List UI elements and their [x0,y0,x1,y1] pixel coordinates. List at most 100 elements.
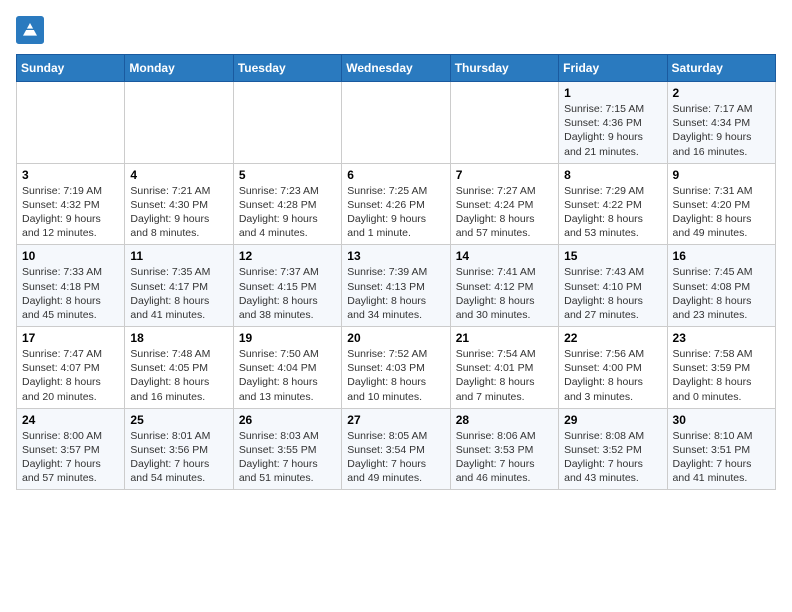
day-info: Sunrise: 7:17 AM Sunset: 4:34 PM Dayligh… [673,102,770,159]
day-header-monday: Monday [125,55,233,82]
day-info: Sunrise: 7:23 AM Sunset: 4:28 PM Dayligh… [239,184,336,241]
day-number: 2 [673,86,770,100]
calendar-cell: 30Sunrise: 8:10 AM Sunset: 3:51 PM Dayli… [667,408,775,490]
day-number: 27 [347,413,444,427]
day-info: Sunrise: 7:19 AM Sunset: 4:32 PM Dayligh… [22,184,119,241]
day-number: 5 [239,168,336,182]
calendar-cell: 4 Sunrise: 7:21 AM Sunset: 4:30 PM Daylig… [125,163,233,245]
calendar-cell: 10 Sunrise: 7:33 AM Sunset: 4:18 PM Dayli… [17,245,125,327]
day-number: 14 [456,249,553,263]
day-number: 16 [673,249,770,263]
day-number: 10 [22,249,119,263]
day-info: Sunrise: 7:31 AM Sunset: 4:20 PM Dayligh… [673,184,770,241]
calendar-cell: 19Sunrise: 7:50 AM Sunset: 4:04 PM Dayli… [233,327,341,409]
calendar-cell: 16 Sunrise: 7:45 AM Sunset: 4:08 PM Dayli… [667,245,775,327]
calendar-cell: 22 Sunrise: 7:56 AM Sunset: 4:00 PM Dayli… [559,327,667,409]
calendar-week-row: 3 Sunrise: 7:19 AM Sunset: 4:32 PM Daylig… [17,163,776,245]
day-info: Sunrise: 7:37 AM Sunset: 4:15 PM Dayligh… [239,265,336,322]
day-info: Sunrise: 7:52 AM Sunset: 4:03 PM Dayligh… [347,347,444,404]
day-number: 19 [239,331,336,345]
calendar-cell: 8 Sunrise: 7:29 AM Sunset: 4:22 PM Daylig… [559,163,667,245]
day-info: Sunrise: 7:35 AM Sunset: 4:17 PM Dayligh… [130,265,227,322]
calendar-cell: 3 Sunrise: 7:19 AM Sunset: 4:32 PM Daylig… [17,163,125,245]
day-info: Sunrise: 8:08 AM Sunset: 3:52 PM Dayligh… [564,429,661,486]
day-info: Sunrise: 8:03 AM Sunset: 3:55 PM Dayligh… [239,429,336,486]
day-info: Sunrise: 7:39 AM Sunset: 4:13 PM Dayligh… [347,265,444,322]
calendar-cell: 25Sunrise: 8:01 AM Sunset: 3:56 PM Dayli… [125,408,233,490]
day-number: 7 [456,168,553,182]
day-info: Sunrise: 7:43 AM Sunset: 4:10 PM Dayligh… [564,265,661,322]
calendar-cell: 26 Sunrise: 8:03 AM Sunset: 3:55 PM Dayli… [233,408,341,490]
day-info: Sunrise: 7:48 AM Sunset: 4:05 PM Dayligh… [130,347,227,404]
day-info: Sunrise: 7:58 AM Sunset: 3:59 PM Dayligh… [673,347,770,404]
calendar-header-row: SundayMondayTuesdayWednesdayThursdayFrid… [17,55,776,82]
day-number: 11 [130,249,227,263]
calendar-week-row: 10 Sunrise: 7:33 AM Sunset: 4:18 PM Dayli… [17,245,776,327]
calendar-cell: 21Sunrise: 7:54 AM Sunset: 4:01 PM Dayli… [450,327,558,409]
day-header-saturday: Saturday [667,55,775,82]
day-info: Sunrise: 8:05 AM Sunset: 3:54 PM Dayligh… [347,429,444,486]
day-header-tuesday: Tuesday [233,55,341,82]
day-info: Sunrise: 7:33 AM Sunset: 4:18 PM Dayligh… [22,265,119,322]
day-number: 8 [564,168,661,182]
day-number: 22 [564,331,661,345]
day-number: 6 [347,168,444,182]
day-number: 20 [347,331,444,345]
logo [16,16,48,44]
day-info: Sunrise: 7:25 AM Sunset: 4:26 PM Dayligh… [347,184,444,241]
day-header-wednesday: Wednesday [342,55,450,82]
day-number: 13 [347,249,444,263]
day-number: 12 [239,249,336,263]
calendar-cell: 24 Sunrise: 8:00 AM Sunset: 3:57 PM Dayli… [17,408,125,490]
day-number: 23 [673,331,770,345]
day-number: 17 [22,331,119,345]
calendar-cell: 13 Sunrise: 7:39 AM Sunset: 4:13 PM Dayli… [342,245,450,327]
day-info: Sunrise: 7:45 AM Sunset: 4:08 PM Dayligh… [673,265,770,322]
day-number: 29 [564,413,661,427]
day-number: 3 [22,168,119,182]
day-number: 4 [130,168,227,182]
day-info: Sunrise: 7:47 AM Sunset: 4:07 PM Dayligh… [22,347,119,404]
day-header-sunday: Sunday [17,55,125,82]
day-number: 25 [130,413,227,427]
day-header-friday: Friday [559,55,667,82]
day-number: 21 [456,331,553,345]
calendar-cell [450,82,558,164]
calendar-cell: 29 Sunrise: 8:08 AM Sunset: 3:52 PM Dayli… [559,408,667,490]
day-info: Sunrise: 7:15 AM Sunset: 4:36 PM Dayligh… [564,102,661,159]
logo-icon [16,16,44,44]
day-number: 18 [130,331,227,345]
calendar-cell: 7Sunrise: 7:27 AM Sunset: 4:24 PM Daylig… [450,163,558,245]
day-number: 1 [564,86,661,100]
day-info: Sunrise: 7:41 AM Sunset: 4:12 PM Dayligh… [456,265,553,322]
day-info: Sunrise: 7:56 AM Sunset: 4:00 PM Dayligh… [564,347,661,404]
calendar-cell: 23 Sunrise: 7:58 AM Sunset: 3:59 PM Dayli… [667,327,775,409]
calendar-cell: 12 Sunrise: 7:37 AM Sunset: 4:15 PM Dayli… [233,245,341,327]
calendar-cell: 20 Sunrise: 7:52 AM Sunset: 4:03 PM Dayli… [342,327,450,409]
day-number: 24 [22,413,119,427]
calendar-table: SundayMondayTuesdayWednesdayThursdayFrid… [16,54,776,490]
day-number: 26 [239,413,336,427]
calendar-cell: 11 Sunrise: 7:35 AM Sunset: 4:17 PM Dayli… [125,245,233,327]
day-number: 9 [673,168,770,182]
calendar-cell: 9 Sunrise: 7:31 AM Sunset: 4:20 PM Daylig… [667,163,775,245]
day-info: Sunrise: 8:06 AM Sunset: 3:53 PM Dayligh… [456,429,553,486]
day-info: Sunrise: 7:29 AM Sunset: 4:22 PM Dayligh… [564,184,661,241]
calendar-cell [233,82,341,164]
calendar-cell [17,82,125,164]
calendar-cell: 27 Sunrise: 8:05 AM Sunset: 3:54 PM Dayli… [342,408,450,490]
calendar-cell: 6 Sunrise: 7:25 AM Sunset: 4:26 PM Daylig… [342,163,450,245]
day-info: Sunrise: 8:00 AM Sunset: 3:57 PM Dayligh… [22,429,119,486]
calendar-week-row: 17 Sunrise: 7:47 AM Sunset: 4:07 PM Dayli… [17,327,776,409]
day-number: 15 [564,249,661,263]
calendar-cell: 5 Sunrise: 7:23 AM Sunset: 4:28 PM Daylig… [233,163,341,245]
day-number: 30 [673,413,770,427]
calendar-cell: 18 Sunrise: 7:48 AM Sunset: 4:05 PM Dayli… [125,327,233,409]
calendar-cell: 17 Sunrise: 7:47 AM Sunset: 4:07 PM Dayli… [17,327,125,409]
day-header-thursday: Thursday [450,55,558,82]
calendar-cell [342,82,450,164]
day-info: Sunrise: 7:21 AM Sunset: 4:30 PM Dayligh… [130,184,227,241]
day-number: 28 [456,413,553,427]
calendar-week-row: 1 Sunrise: 7:15 AM Sunset: 4:36 PM Daylig… [17,82,776,164]
calendar-cell: 2 Sunrise: 7:17 AM Sunset: 4:34 PM Daylig… [667,82,775,164]
